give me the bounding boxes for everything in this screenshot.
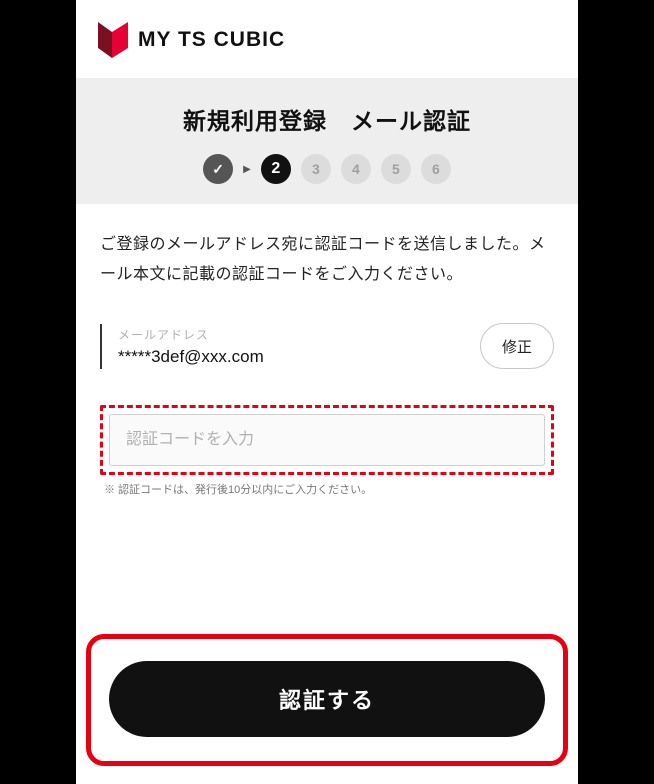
brand-logo-icon (98, 22, 128, 58)
step-indicator: ✓ ▶ 2 3 4 5 6 (76, 154, 578, 184)
step-1-done: ✓ (203, 154, 233, 184)
step-2-current: 2 (261, 154, 291, 184)
step-6: 6 (421, 154, 451, 184)
email-block: メールアドレス *****3def@xxx.com (100, 324, 466, 369)
page-title: 新規利用登録 メール認証 (76, 102, 578, 136)
email-value: *****3def@xxx.com (118, 347, 466, 367)
auth-code-input[interactable] (109, 414, 545, 466)
check-icon: ✓ (212, 161, 224, 178)
main-content: ご登録のメールアドレス宛に認証コードを送信しました。メール本文に記載の認証コード… (76, 204, 578, 620)
code-note: ※ 認証コードは、発行後10分以内にご入力ください。 (100, 481, 554, 497)
action-highlight-box: 認証する (86, 634, 568, 766)
step-3: 3 (301, 154, 331, 184)
brand-title: MY TS CUBIC (138, 28, 285, 52)
edit-email-button[interactable]: 修正 (480, 323, 554, 369)
step-4: 4 (341, 154, 371, 184)
app-frame: MY TS CUBIC 新規利用登録 メール認証 ✓ ▶ 2 3 4 5 6 ご… (76, 0, 578, 784)
submit-auth-button[interactable]: 認証する (109, 661, 545, 737)
step-5: 5 (381, 154, 411, 184)
email-label: メールアドレス (118, 326, 466, 343)
title-bar: 新規利用登録 メール認証 ✓ ▶ 2 3 4 5 6 (76, 78, 578, 204)
email-row: メールアドレス *****3def@xxx.com 修正 (100, 323, 554, 369)
code-input-highlight (100, 405, 554, 475)
instruction-text: ご登録のメールアドレス宛に認証コードを送信しました。メール本文に記載の認証コード… (100, 230, 554, 289)
chevron-right-icon: ▶ (243, 164, 251, 175)
app-header: MY TS CUBIC (76, 0, 578, 78)
